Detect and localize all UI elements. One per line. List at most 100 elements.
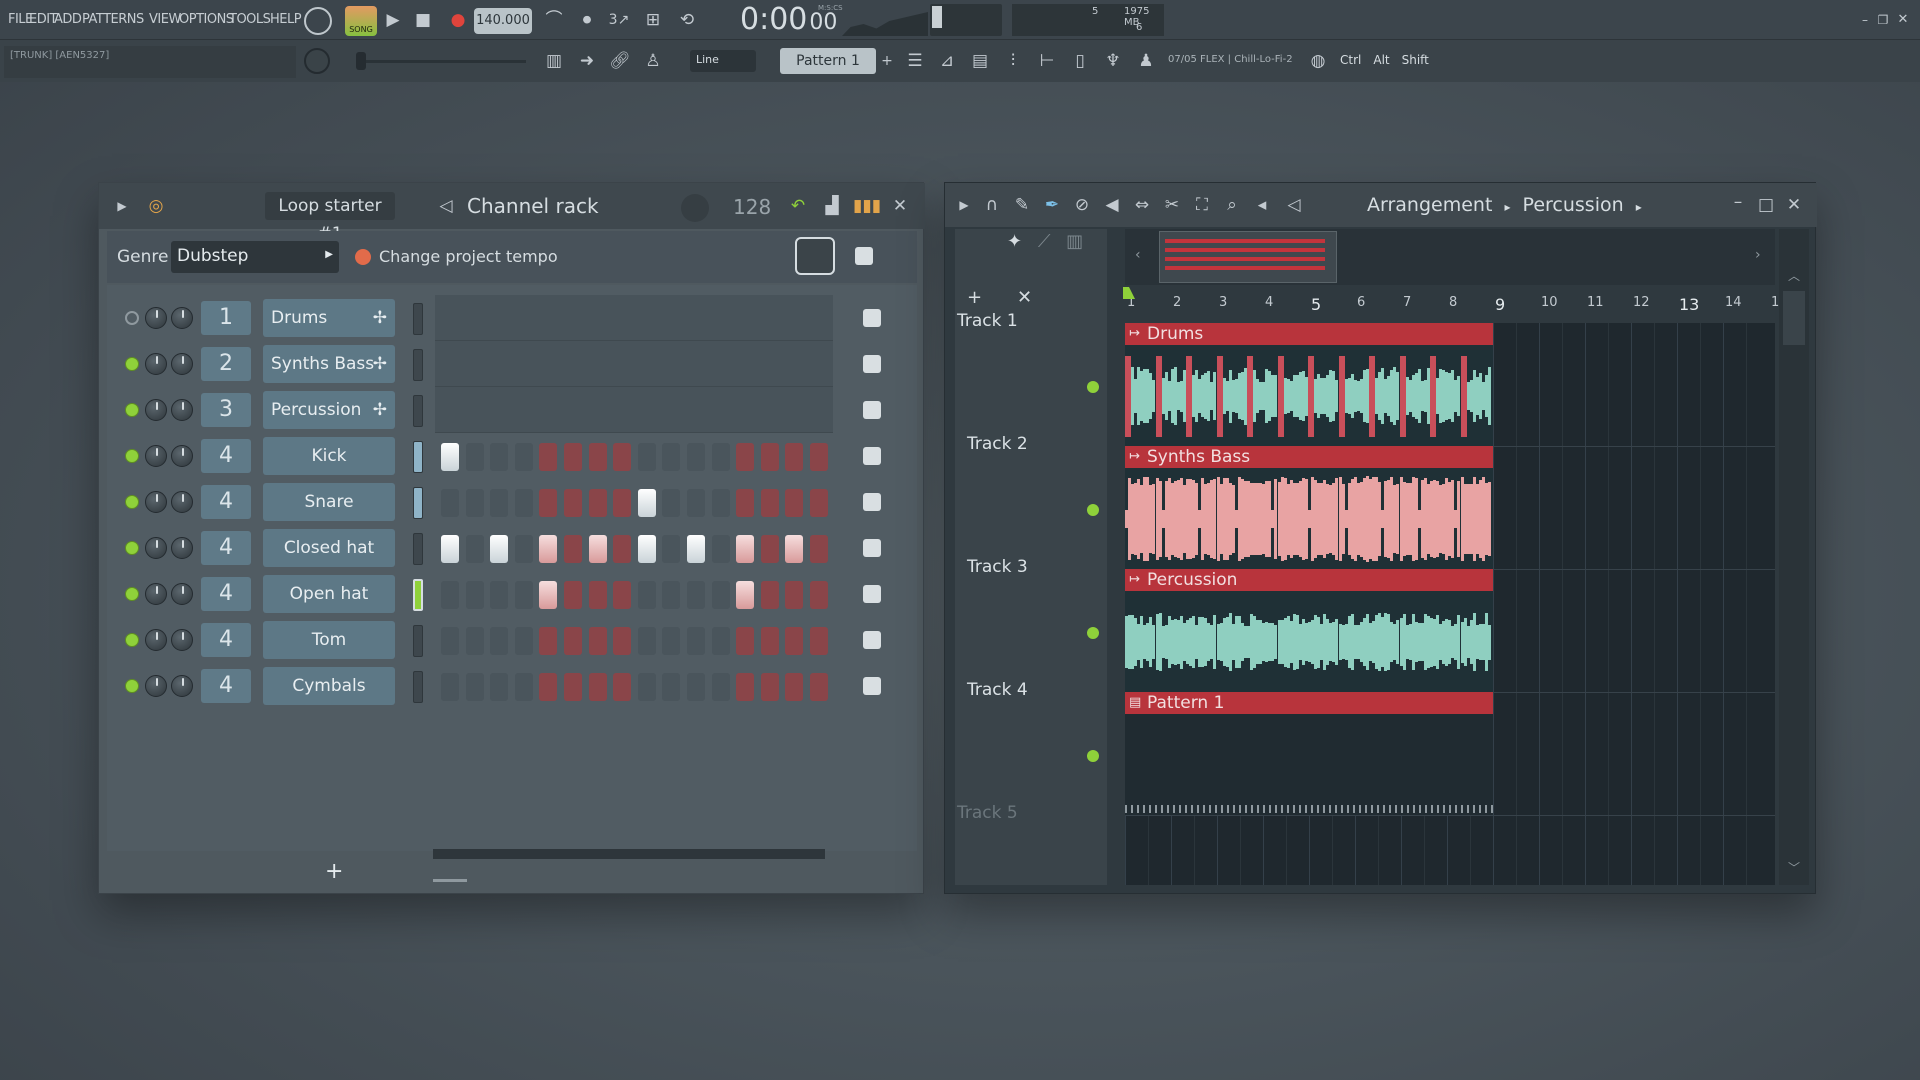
step-button[interactable]	[637, 673, 656, 701]
playhead-marker-icon[interactable]	[1123, 287, 1135, 299]
channel-name-button[interactable]: Snare	[263, 483, 395, 521]
step-button[interactable]	[588, 581, 607, 609]
close-playlist-icon[interactable]: ✕	[1781, 192, 1807, 218]
step-button[interactable]	[662, 443, 681, 471]
channel-pan-knob[interactable]	[145, 491, 167, 513]
performance-icon[interactable]: ♟	[1133, 48, 1159, 74]
step-button[interactable]	[810, 489, 828, 517]
step-button[interactable]	[465, 627, 484, 655]
song-mode-button[interactable]: SONG	[345, 6, 377, 36]
step-button[interactable]	[785, 673, 804, 701]
channel-name-button[interactable]: Cymbals	[263, 667, 395, 705]
mixer-track-number[interactable]: 3	[201, 393, 251, 427]
mixer-track-number[interactable]: 1	[201, 301, 251, 335]
swing-icon[interactable]: ◎	[143, 193, 169, 219]
piano-roll-window-icon[interactable]: ⊿	[934, 48, 960, 74]
playback-tool-icon[interactable]: ◂	[1249, 192, 1275, 218]
step-button[interactable]	[810, 535, 828, 563]
step-button[interactable]	[441, 581, 459, 609]
step-button[interactable]	[514, 443, 533, 471]
mixer-track-number[interactable]: 4	[201, 485, 251, 519]
slip-tool-icon[interactable]: ⇔	[1129, 192, 1155, 218]
step-button[interactable]	[564, 673, 582, 701]
randomize-dice-icon[interactable]	[863, 677, 881, 695]
step-button[interactable]	[514, 489, 533, 517]
clip-header[interactable]: ▤ Pattern 1	[1125, 692, 1493, 714]
step-button[interactable]	[588, 535, 607, 563]
channel-pan-knob[interactable]	[145, 445, 167, 467]
step-edit-icon[interactable]: ⊞	[640, 7, 666, 33]
step-button[interactable]	[687, 535, 705, 563]
step-button[interactable]	[613, 535, 632, 563]
channel-select-bar[interactable]	[413, 303, 423, 335]
horizontal-scroll-handle[interactable]	[433, 879, 467, 882]
channel-mute-led[interactable]	[125, 403, 139, 417]
channel-select-bar[interactable]	[413, 579, 423, 611]
step-button[interactable]	[810, 627, 828, 655]
menu-options[interactable]: OPTIONS	[179, 12, 234, 27]
channel-name-button[interactable]: Closed hat	[263, 529, 395, 567]
channel-volume-knob[interactable]	[171, 537, 193, 559]
step-button[interactable]	[687, 489, 705, 517]
channel-mute-led[interactable]	[125, 633, 139, 647]
step-button[interactable]	[514, 535, 533, 563]
step-button[interactable]	[465, 581, 484, 609]
step-button[interactable]	[539, 535, 558, 563]
master-pitch-knob[interactable]	[304, 48, 330, 74]
shift-key[interactable]: Shift	[1402, 53, 1429, 67]
add-pattern-icon[interactable]: +	[874, 48, 900, 74]
step-button[interactable]	[490, 489, 509, 517]
randomize-dice-icon[interactable]	[863, 309, 881, 327]
snap-dropdown[interactable]: Line	[690, 50, 756, 72]
step-button[interactable]	[785, 489, 804, 517]
step-button[interactable]	[564, 581, 582, 609]
step-button[interactable]	[613, 673, 632, 701]
link-icon[interactable]: 🔗︎	[607, 48, 633, 74]
add-track-button[interactable]: +	[967, 287, 982, 308]
select-tool-icon[interactable]: ⛶	[1189, 192, 1215, 218]
channel-mute-led[interactable]	[125, 679, 139, 693]
track-name[interactable]: Track 1	[957, 311, 1018, 331]
clip-header[interactable]: ↦ Synths Bass	[1125, 446, 1493, 468]
step-button[interactable]	[441, 535, 459, 563]
step-button[interactable]	[785, 581, 804, 609]
channel-pan-knob[interactable]	[145, 399, 167, 421]
step-button[interactable]	[662, 673, 681, 701]
step-button[interactable]	[687, 673, 705, 701]
genre-dropdown[interactable]: Dubstep ▶	[171, 241, 339, 273]
stamp-icon[interactable]: ♙	[640, 48, 666, 74]
vertical-scrollbar[interactable]: ︿ ﹀	[1779, 229, 1809, 885]
stop-icon[interactable]: ■	[410, 7, 436, 33]
scroll-handle[interactable]	[1783, 291, 1805, 345]
scroll-left-icon[interactable]: ‹	[1135, 247, 1141, 263]
channel-name-button[interactable]: Synths Bass ✢	[263, 345, 395, 383]
maximize-icon[interactable]: □	[1753, 192, 1779, 218]
channel-pan-knob[interactable]	[145, 307, 167, 329]
master-pitch-slider[interactable]	[356, 52, 526, 70]
step-button[interactable]	[613, 443, 632, 471]
timeline-ruler[interactable]: 123456789101112131415	[1125, 285, 1788, 323]
step-button[interactable]	[539, 489, 558, 517]
step-button[interactable]	[539, 581, 558, 609]
step-button[interactable]	[687, 627, 705, 655]
randomize-dice-icon[interactable]	[863, 401, 881, 419]
step-button[interactable]	[810, 443, 828, 471]
randomize-dice-icon[interactable]	[855, 247, 873, 265]
channel-select-bar[interactable]	[413, 395, 423, 427]
step-button[interactable]	[564, 443, 582, 471]
step-button[interactable]	[539, 673, 558, 701]
mute-tool-icon[interactable]: ◀	[1099, 192, 1125, 218]
clip-header[interactable]: ↦ Percussion	[1125, 569, 1493, 591]
menu-help[interactable]: HELP	[270, 12, 302, 27]
track-name[interactable]: Track 2	[967, 434, 1028, 454]
step-button[interactable]	[760, 627, 779, 655]
step-button[interactable]	[760, 535, 779, 563]
step-button[interactable]	[465, 443, 484, 471]
step-button[interactable]	[441, 489, 459, 517]
step-button[interactable]	[637, 627, 656, 655]
step-button[interactable]	[564, 489, 582, 517]
step-button[interactable]	[637, 443, 656, 471]
track-mute-led[interactable]	[1087, 627, 1099, 639]
steps-scrollbar[interactable]	[433, 849, 825, 859]
step-button[interactable]	[760, 581, 779, 609]
